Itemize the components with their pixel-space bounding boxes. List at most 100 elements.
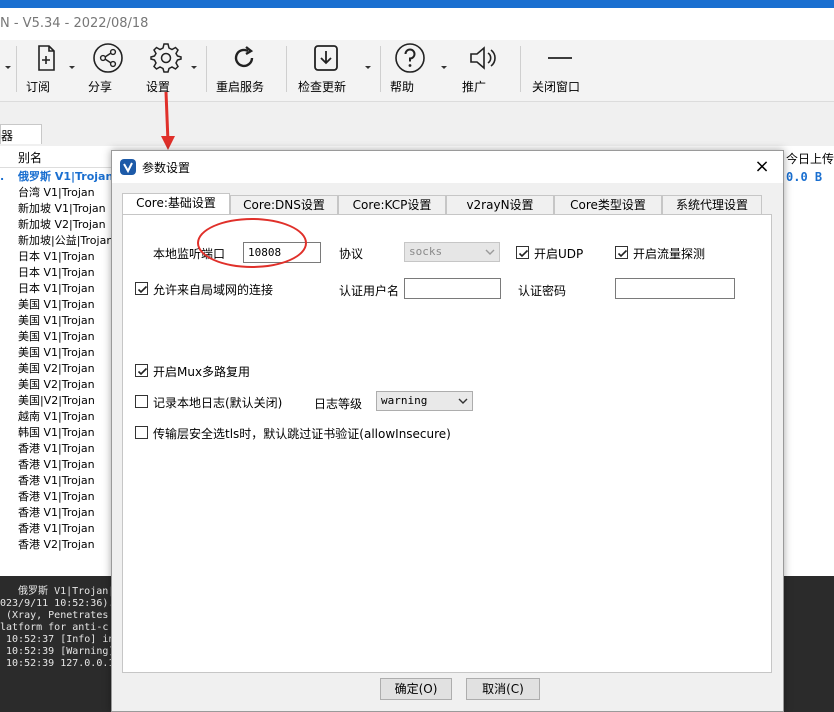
server-alias: 新加坡 V2|Trojan (18, 218, 106, 231)
server-list-row[interactable]: 新加坡 V2|Trojan (0, 217, 112, 233)
log-level-select[interactable]: warning (376, 391, 473, 411)
close-icon[interactable]: × (750, 155, 774, 179)
protocol-label: 协议 (339, 247, 364, 261)
tab-core-type[interactable]: Core类型设置 (554, 195, 662, 215)
server-list-row[interactable]: 香港 V1|Trojan (0, 441, 112, 457)
gear-icon (150, 43, 182, 73)
server-list-row[interactable]: 日本 V1|Trojan (0, 281, 112, 297)
server-list-row[interactable]: 美国 V1|Trojan (0, 329, 112, 345)
cancel-button[interactable]: 取消(C) (466, 678, 540, 700)
tab-core-kcp[interactable]: Core:KCP设置 (338, 195, 446, 215)
server-alias: 香港 V1|Trojan (18, 522, 95, 535)
server-list-row[interactable]: 美国 V1|Trojan (0, 297, 112, 313)
server-list-row[interactable]: 新加坡 V1|Trojan (0, 201, 112, 217)
chevron-down-icon (458, 398, 468, 404)
tab-core-basic[interactable]: Core:基础设置 (122, 193, 230, 215)
help-button[interactable]: 帮助 (390, 42, 430, 98)
server-alias: 香港 V1|Trojan (18, 490, 95, 503)
tab-strip (0, 102, 834, 146)
share-icon (93, 43, 123, 73)
server-list-row[interactable]: 香港 V1|Trojan (0, 489, 112, 505)
server-list-row[interactable]: 韩国 V1|Trojan (0, 425, 112, 441)
server-active-marker: . (0, 170, 5, 183)
tab-system-proxy[interactable]: 系统代理设置 (662, 195, 762, 215)
server-list-row[interactable]: 香港 V2|Trojan (0, 537, 112, 553)
toolbar-separator (286, 46, 287, 92)
share-button[interactable]: 分享 (88, 42, 128, 98)
enable-udp-label: 开启UDP (534, 247, 584, 261)
enable-sniffing-checkbox[interactable] (615, 246, 628, 259)
server-list-row[interactable]: 美国 V2|Trojan (0, 377, 112, 393)
server-alias: 越南 V1|Trojan (18, 410, 95, 423)
main-toolbar: 订阅 分享 设置 重启服务 检查更新 帮助 推广 关闭窗口 (0, 40, 834, 102)
server-list-row[interactable]: 香港 V1|Trojan (0, 457, 112, 473)
server-list-row[interactable]: . 俄罗斯 V1|Trojan (0, 169, 112, 185)
annotation-ellipse (197, 218, 307, 268)
server-list-row[interactable]: 香港 V1|Trojan (0, 505, 112, 521)
server-list-row[interactable]: 台湾 V1|Trojan (0, 185, 112, 201)
server-list-row[interactable]: 美国 V1|Trojan (0, 313, 112, 329)
settings-button[interactable]: 设置 (146, 42, 186, 98)
dropdown-arrow-icon[interactable] (190, 62, 198, 72)
auth-user-input[interactable] (404, 278, 501, 299)
server-list-row[interactable]: 美国 V1|Trojan (0, 345, 112, 361)
dropdown-arrow-icon[interactable] (68, 62, 76, 72)
local-log-checkbox[interactable] (135, 395, 148, 408)
alias-column-header[interactable]: 别名 (18, 149, 42, 166)
check-update-button[interactable]: 检查更新 (298, 42, 354, 98)
server-alias: 美国 V2|Trojan (18, 378, 95, 391)
toolbar-separator (206, 46, 207, 92)
allow-lan-label: 允许来自局域网的连接 (153, 283, 274, 297)
enable-udp-checkbox[interactable] (516, 246, 529, 259)
auth-pass-input[interactable] (615, 278, 735, 299)
allow-insecure-checkbox[interactable] (135, 426, 148, 439)
server-list-row[interactable]: 新加坡|公益|Trojan (0, 233, 112, 249)
core-basic-panel: 本地监听端口 10808 协议 socks 开启UDP 开启流量探测 允许来自局… (122, 214, 772, 673)
subscribe-button[interactable]: 订阅 (26, 42, 66, 98)
toolbar-separator (520, 46, 521, 92)
dropdown-arrow-icon[interactable] (4, 62, 12, 72)
toolbar-separator (380, 46, 381, 92)
checkmark-icon (617, 249, 628, 258)
server-list-row[interactable]: 越南 V1|Trojan (0, 409, 112, 425)
server-list[interactable]: 别名 . 俄罗斯 V1|Trojan 台湾 V1|Trojan 新加坡 V1|Troj… (0, 146, 112, 554)
checkmark-icon (518, 249, 529, 258)
dropdown-arrow-icon[interactable] (440, 62, 448, 72)
enable-sniffing-label: 开启流量探测 (633, 247, 706, 261)
server-alias: 美国 V1|Trojan (18, 314, 95, 327)
mux-checkbox[interactable] (135, 364, 148, 377)
dropdown-arrow-icon[interactable] (364, 62, 372, 72)
server-alias: 香港 V1|Trojan (18, 458, 95, 471)
server-list-header: 别名 (0, 146, 112, 168)
server-group-tab-label: 器 (1, 129, 14, 143)
server-alias: 新加坡|公益|Trojan (18, 234, 112, 247)
protocol-select-value: socks (409, 245, 443, 258)
restart-service-button[interactable]: 重启服务 (216, 42, 272, 98)
server-alias: 日本 V1|Trojan (18, 282, 95, 295)
ok-button[interactable]: 确定(O) (380, 678, 452, 700)
help-label: 帮助 (390, 80, 415, 94)
server-list-row[interactable]: 日本 V1|Trojan (0, 265, 112, 281)
tab-core-dns[interactable]: Core:DNS设置 (230, 195, 338, 215)
tab-v2rayn[interactable]: v2rayN设置 (446, 195, 554, 215)
subscribe-label: 订阅 (26, 80, 51, 94)
server-list-row[interactable]: 香港 V1|Trojan (0, 521, 112, 537)
promote-button[interactable]: 推广 (462, 42, 502, 98)
close-window-button[interactable]: 关闭窗口 (532, 42, 588, 98)
close-window-label: 关闭窗口 (532, 80, 581, 94)
server-list-row[interactable]: 香港 V1|Trojan (0, 473, 112, 489)
server-list-row[interactable]: 美国|V2|Trojan (0, 393, 112, 409)
dialog-title: 参数设置 (142, 161, 191, 175)
window-title: N - V5.34 - 2022/08/18 (0, 16, 149, 31)
auth-pass-label: 认证密码 (518, 284, 567, 298)
server-alias: 美国 V1|Trojan (18, 346, 95, 359)
today-upload-header[interactable]: 今日上传 (786, 150, 834, 167)
main-title-bar: N - V5.34 - 2022/08/18 (0, 8, 834, 40)
server-list-row[interactable]: 日本 V1|Trojan (0, 249, 112, 265)
checkmark-icon (137, 367, 148, 376)
server-group-tab[interactable]: 器 (0, 124, 42, 144)
allow-lan-checkbox[interactable] (135, 282, 148, 295)
server-list-row[interactable]: 美国 V2|Trojan (0, 361, 112, 377)
checkmark-icon (137, 285, 148, 294)
protocol-select: socks (404, 242, 500, 262)
